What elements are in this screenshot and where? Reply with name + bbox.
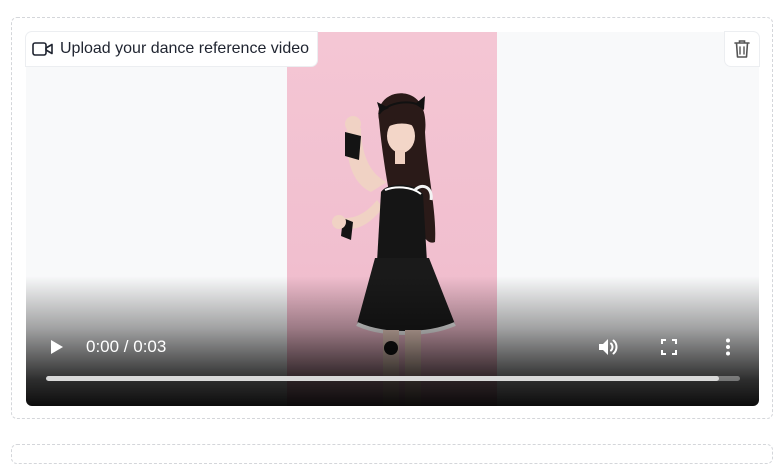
- volume-icon: [598, 337, 620, 357]
- fullscreen-icon: [661, 339, 677, 355]
- upload-label-text: Upload your dance reference video: [60, 40, 310, 57]
- next-section-container: [11, 444, 773, 464]
- play-icon: [50, 339, 64, 355]
- fullscreen-button[interactable]: [654, 330, 684, 364]
- trash-icon: [733, 39, 751, 59]
- progress-bar[interactable]: [46, 376, 740, 381]
- play-button[interactable]: [44, 330, 70, 364]
- time-display: 0:00 / 0:03: [86, 337, 167, 356]
- player-controls: 0:00 / 0:03: [26, 330, 759, 364]
- upload-label: Upload your dance reference video: [26, 32, 318, 66]
- volume-button[interactable]: [594, 330, 624, 364]
- delete-video-button[interactable]: [725, 32, 759, 66]
- video-camera-icon: [32, 41, 54, 57]
- progress-buffered: [46, 376, 720, 381]
- more-options-button[interactable]: [716, 330, 740, 364]
- more-options-icon: [725, 338, 731, 356]
